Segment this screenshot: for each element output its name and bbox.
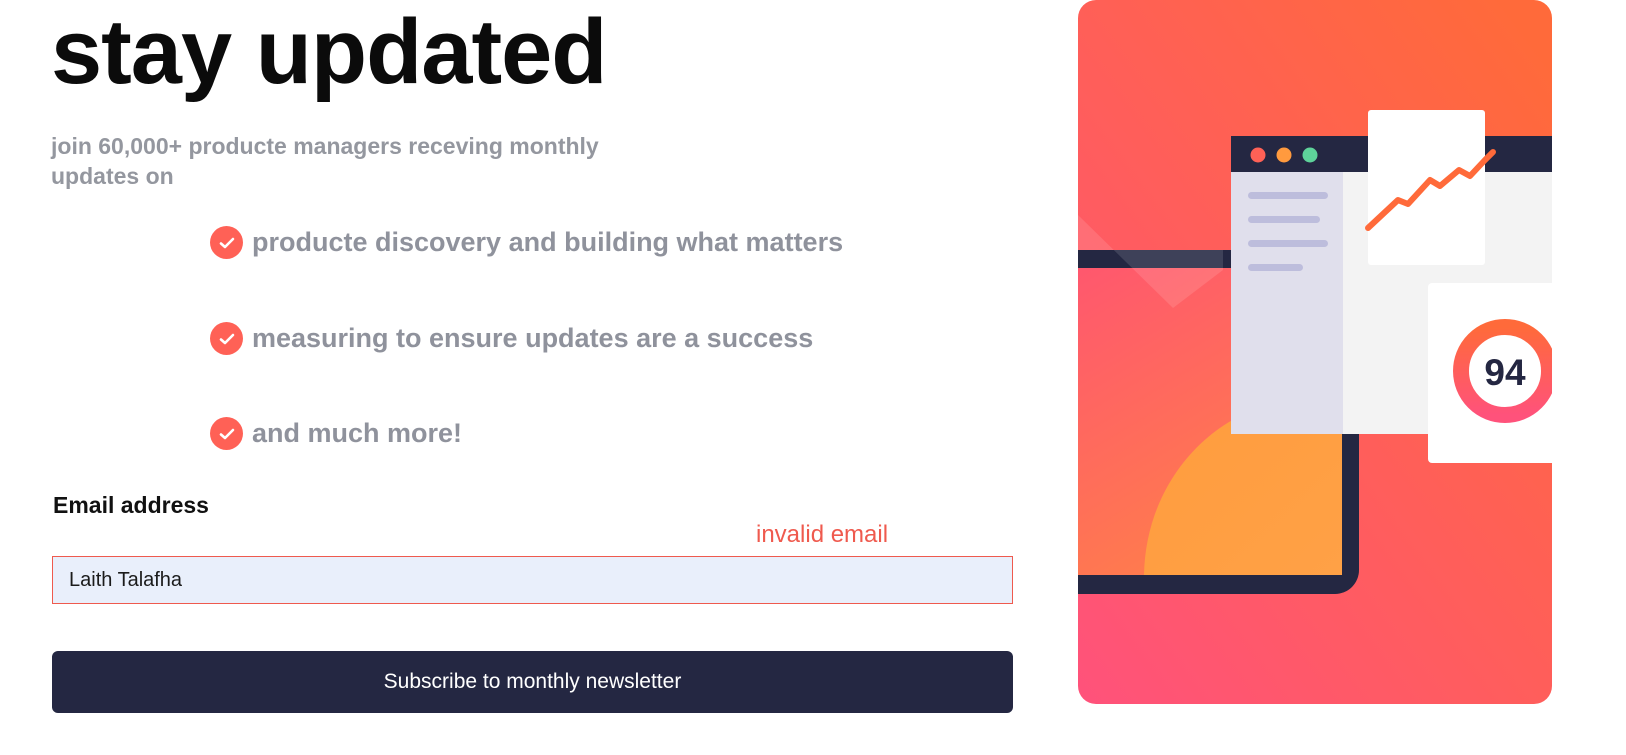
window-dot-orange bbox=[1276, 147, 1292, 163]
window-dot-green bbox=[1302, 147, 1318, 163]
feature-text: measuring to ensure updates are a succes… bbox=[252, 323, 814, 353]
feature-text: producte discovery and building what mat… bbox=[252, 227, 844, 257]
email-input[interactable] bbox=[52, 556, 1013, 604]
feature-item: and much more! bbox=[210, 417, 462, 450]
newsletter-signup-page: stay updated join 60,000+ producte manag… bbox=[0, 0, 1626, 755]
check-icon bbox=[210, 417, 243, 450]
error-message: invalid email bbox=[756, 521, 889, 548]
check-icon bbox=[210, 322, 243, 355]
subscribe-button[interactable]: Subscribe to monthly newsletter bbox=[52, 651, 1013, 713]
intro-text: join 60,000+ producte managers receving … bbox=[51, 133, 599, 189]
page-title: stay updated bbox=[51, 1, 607, 103]
feature-text: and much more! bbox=[252, 418, 463, 448]
score-value: 94 bbox=[1484, 352, 1526, 393]
feature-item: measuring to ensure updates are a succes… bbox=[210, 322, 813, 355]
check-icon bbox=[210, 226, 243, 259]
hero-illustration: 94 bbox=[1078, 0, 1552, 704]
window-dot-red bbox=[1250, 147, 1266, 163]
feature-item: producte discovery and building what mat… bbox=[210, 226, 843, 259]
email-label: Email address bbox=[53, 492, 209, 518]
